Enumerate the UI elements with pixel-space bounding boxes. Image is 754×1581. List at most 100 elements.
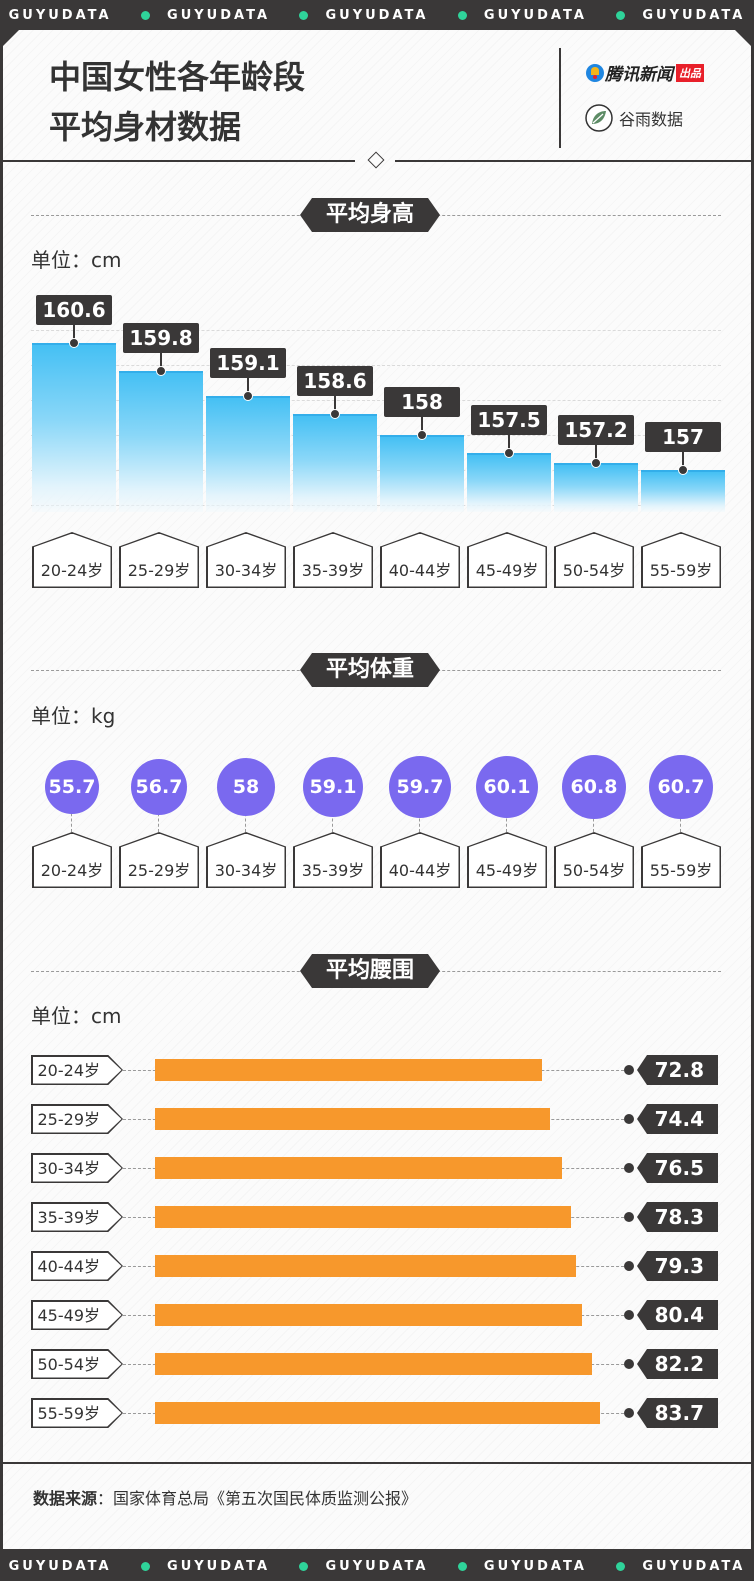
banner-text: GUYUDATA <box>325 1558 429 1574</box>
weight-category-label: 30-34岁 <box>207 833 285 887</box>
weight-circle: 59.1 <box>302 756 364 818</box>
waist-category-tab: 25-29岁 <box>31 1104 123 1134</box>
brand-name: 腾讯新闻 <box>605 65 673 85</box>
banner-text: GUYUDATA <box>642 7 746 23</box>
height-category-label: 30-34岁 <box>207 533 285 587</box>
banner-dot <box>299 10 309 20</box>
data-source: 数据来源：国家体育总局《第五次国民体质监测公报》 <box>33 1485 417 1509</box>
waist-bar <box>155 1353 592 1375</box>
banner-dot <box>140 10 150 20</box>
waist-value-label: 83.7 <box>637 1398 718 1428</box>
height-category-label: 20-24岁 <box>33 533 111 587</box>
weight-category-tab: 45-49岁 <box>467 832 547 888</box>
waist-category-label: 20-24岁 <box>32 1056 122 1084</box>
weight-category-label: 25-29岁 <box>120 833 198 887</box>
weight-category-label: 20-24岁 <box>33 833 111 887</box>
height-category-tab: 30-34岁 <box>206 532 286 588</box>
height-category-tab: 20-24岁 <box>32 532 112 588</box>
waist-value-label: 82.2 <box>637 1349 718 1379</box>
height-dot <box>504 447 514 458</box>
weight-circle: 60.8 <box>562 755 626 819</box>
height-category-tab: 35-39岁 <box>293 532 373 588</box>
waist-category-label: 30-34岁 <box>32 1154 122 1182</box>
banner-text: GUYUDATA <box>325 7 429 23</box>
banner-dot <box>299 1561 309 1571</box>
banner-text: GUYUDATA <box>167 7 271 23</box>
weight-category-label: 40-44岁 <box>381 833 459 887</box>
waist-dot <box>624 1310 634 1320</box>
height-bar <box>206 396 290 512</box>
height-bar <box>119 371 203 512</box>
waist-category-label: 40-44岁 <box>32 1252 122 1280</box>
height-value-label: 158.6 <box>297 365 373 396</box>
height-bar <box>554 463 638 512</box>
height-bar <box>32 343 116 512</box>
banner-dot <box>616 10 626 20</box>
weight-category-tab: 25-29岁 <box>119 832 199 888</box>
waist-dot <box>624 1359 634 1369</box>
height-value-label: 157.2 <box>558 415 634 446</box>
weight-category-label: 55-59岁 <box>642 833 720 887</box>
waist-category-label: 45-49岁 <box>32 1301 122 1329</box>
waist-dot <box>624 1114 634 1124</box>
waist-category-tab: 20-24岁 <box>31 1055 123 1085</box>
waist-category-label: 35-39岁 <box>32 1203 122 1231</box>
weight-category-tab: 55-59岁 <box>641 832 721 888</box>
infographic-panel: 中国女性各年龄段 平均身材数据 腾讯新闻 出品 谷雨数据 平均身高 单位：cm … <box>3 30 751 1549</box>
title-line-2: 平均身材数据 <box>49 108 242 146</box>
top-banner: GUYUDATA GUYUDATA GUYUDATA GUYUDATA GUYU… <box>0 0 754 30</box>
waist-bar <box>155 1304 583 1326</box>
tencent-news-logo: 腾讯新闻 出品 <box>585 60 704 85</box>
weight-circle: 55.7 <box>45 760 99 814</box>
height-dot <box>417 430 427 441</box>
weight-category-label: 45-49岁 <box>468 833 546 887</box>
weight-circle: 59.7 <box>389 756 451 818</box>
height-unit-label: 单位：cm <box>31 248 122 272</box>
weight-category-tab: 30-34岁 <box>206 832 286 888</box>
weight-category-tab: 20-24岁 <box>32 832 112 888</box>
guyu-leaf-icon <box>585 104 613 132</box>
waist-category-tab: 30-34岁 <box>31 1153 123 1183</box>
banner-dot <box>457 10 467 20</box>
weight-circle: 58 <box>216 757 276 817</box>
section-title-weight: 平均体重 <box>300 653 440 687</box>
waist-category-label: 55-59岁 <box>32 1399 122 1427</box>
waist-dot <box>624 1065 634 1075</box>
height-value-label: 157 <box>645 422 721 453</box>
height-value-label: 159.1 <box>210 348 286 379</box>
waist-category-tab: 45-49岁 <box>31 1300 123 1330</box>
waist-dot <box>624 1261 634 1271</box>
height-value-label: 158 <box>384 387 460 418</box>
banner-dot <box>616 1561 626 1571</box>
waist-value-label: 74.4 <box>637 1104 718 1134</box>
footer-divider <box>3 1462 751 1464</box>
title-line-1: 中国女性各年龄段 <box>49 58 306 96</box>
height-dot <box>69 338 79 348</box>
waist-dot <box>624 1408 634 1418</box>
waist-bar <box>155 1402 600 1424</box>
height-category-tab: 55-59岁 <box>641 532 721 588</box>
height-bar <box>467 452 551 512</box>
waist-category-label: 25-29岁 <box>32 1105 122 1133</box>
height-bar <box>380 435 464 512</box>
header-divider <box>3 151 751 169</box>
grid-line <box>31 365 721 366</box>
weight-category-tab: 50-54岁 <box>554 832 634 888</box>
brand-tag: 出品 <box>676 63 704 82</box>
waist-bar <box>155 1157 562 1179</box>
source-label: 数据来源 <box>33 1489 98 1508</box>
section-title-height: 平均身高 <box>300 198 440 232</box>
weight-unit-label: 单位：kg <box>31 704 116 728</box>
waist-category-tab: 50-54岁 <box>31 1349 123 1379</box>
banner-text: GUYUDATA <box>483 7 587 23</box>
header-separator <box>559 48 561 148</box>
height-category-label: 45-49岁 <box>468 533 546 587</box>
height-value-label: 159.8 <box>123 323 199 354</box>
corner-decoration <box>3 30 19 46</box>
height-category-label: 35-39岁 <box>294 533 372 587</box>
waist-category-tab: 55-59岁 <box>31 1398 123 1428</box>
banner-text: GUYUDATA <box>483 1558 587 1574</box>
waist-value-label: 80.4 <box>637 1300 718 1330</box>
height-category-label: 55-59岁 <box>642 533 720 587</box>
height-category-label: 40-44岁 <box>381 533 459 587</box>
